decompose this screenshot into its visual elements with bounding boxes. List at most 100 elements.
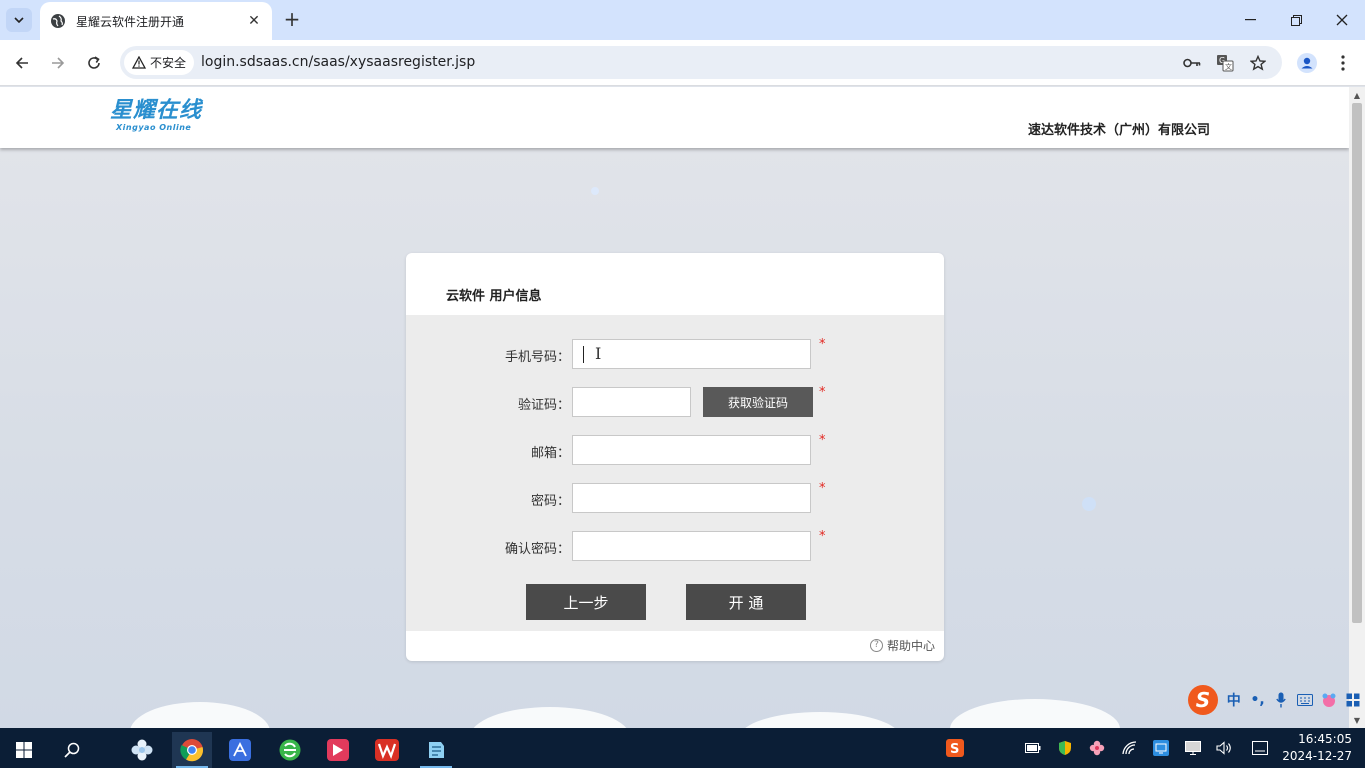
taskbar-app-browser[interactable] (270, 732, 310, 768)
translate-button[interactable]: G文 (1214, 52, 1236, 74)
get-code-button[interactable]: 获取验证码 (703, 387, 813, 417)
ime-punct-toggle[interactable]: •, (1246, 688, 1270, 712)
restore-button[interactable] (1273, 0, 1319, 40)
password-input[interactable] (572, 483, 811, 513)
confirm-password-row: 确认密码： * (406, 529, 944, 561)
logo-text: 星耀在线 (110, 98, 203, 123)
address-bar[interactable]: 不安全 login.sdsaas.cn/saas/xysaasregister.… (120, 46, 1282, 79)
form-body: 手机号码： I * 验证码： 获取验证码 * 邮箱： * 密码： * 确认密码：… (406, 315, 944, 631)
minimize-button[interactable] (1227, 0, 1273, 40)
scroll-up-icon[interactable]: ▲ (1349, 87, 1365, 103)
taskbar-app-wps[interactable] (367, 732, 407, 768)
globe-icon (51, 14, 65, 28)
star-icon (1250, 55, 1266, 71)
display-icon[interactable] (1182, 736, 1204, 760)
confirm-password-input[interactable] (572, 531, 811, 561)
site-logo[interactable]: 星耀在线 Xingyao Online (110, 98, 203, 133)
input-indicator-icon[interactable] (1249, 736, 1271, 760)
code-label: 验证码： (517, 398, 570, 413)
password-row: 密码： * (406, 481, 944, 513)
registration-card: 云软件 用户信息 手机号码： I * 验证码： 获取验证码 * 邮箱： * 密码… (406, 253, 944, 661)
code-row: 验证码： 获取验证码 * (406, 385, 944, 417)
wps-icon (375, 739, 399, 761)
back-arrow-icon (15, 57, 28, 69)
back-button[interactable] (8, 49, 36, 77)
taskbar-app-notes[interactable] (416, 732, 456, 768)
close-window-button[interactable] (1319, 0, 1365, 40)
security-label: 不安全 (150, 56, 187, 70)
activate-button[interactable]: 开 通 (686, 584, 806, 620)
site-info-chip[interactable]: 不安全 (124, 50, 195, 75)
windows-taskbar: S 16:45:05 2024-12-27 (0, 728, 1365, 768)
prev-step-button[interactable]: 上一步 (526, 584, 646, 620)
code-input[interactable] (572, 387, 691, 417)
page-scrollbar[interactable]: ▲ ▼ (1349, 87, 1365, 728)
cloud-decoration (740, 712, 900, 728)
logo-subtext: Xingyao Online (116, 123, 192, 132)
profile-button[interactable] (1295, 51, 1319, 75)
sogou-tray-icon[interactable]: S (944, 736, 966, 760)
browser-tab[interactable]: 星耀云软件注册开通 ✕ (40, 2, 272, 40)
taskbar-app-flower[interactable] (122, 732, 162, 768)
taskbar-app-chrome[interactable] (172, 732, 212, 768)
url-text[interactable]: login.sdsaas.cn/saas/xysaasregister.jsp (201, 54, 475, 70)
tab-strip: 星耀云软件注册开通 ✕ + (0, 0, 1365, 40)
keyboard-icon[interactable] (1293, 688, 1317, 712)
reload-icon (88, 56, 100, 69)
skin-icon[interactable] (1317, 688, 1341, 712)
taskbar-clock[interactable]: 16:45:05 2024-12-27 (1282, 731, 1352, 765)
taskbar-app-blue[interactable] (220, 732, 260, 768)
restore-icon (1290, 14, 1302, 26)
phone-input[interactable]: I (572, 339, 811, 369)
close-icon (1336, 14, 1348, 26)
close-tab-icon[interactable]: ✕ (246, 13, 262, 29)
required-mark: * (819, 385, 826, 400)
svg-text:文: 文 (1225, 62, 1232, 71)
phone-row: 手机号码： I * (406, 337, 944, 369)
taskbar-app-red[interactable] (318, 732, 358, 768)
browser-menu-button[interactable] (1331, 51, 1355, 75)
forward-button[interactable] (44, 49, 72, 77)
tab-search-button[interactable] (6, 8, 32, 32)
reload-button[interactable] (80, 49, 108, 77)
translate-icon: G文 (1217, 55, 1234, 72)
shield-icon[interactable] (1054, 736, 1076, 760)
email-label: 邮箱： (530, 446, 570, 461)
clock-date: 2024-12-27 (1282, 749, 1352, 763)
drawing-app-icon (229, 739, 251, 761)
form-title: 云软件 用户信息 (446, 289, 542, 304)
password-key-button[interactable] (1181, 52, 1203, 74)
company-name: 速达软件技术（广州）有限公司 (1027, 123, 1210, 138)
battery-icon[interactable] (1022, 736, 1044, 760)
sogou-ime-logo[interactable]: S (1188, 685, 1218, 715)
flower-tray-icon[interactable] (1086, 736, 1108, 760)
email-input[interactable] (572, 435, 811, 465)
ime-mode-toggle[interactable]: 中 (1222, 688, 1246, 712)
cloud-decoration (950, 699, 1120, 728)
text-caret (583, 346, 584, 363)
help-center-link[interactable]: ? 帮助中心 (869, 637, 935, 654)
help-icon: ? (869, 639, 883, 652)
forward-arrow-icon (52, 57, 65, 69)
scroll-thumb[interactable] (1352, 103, 1362, 623)
start-button[interactable] (4, 732, 44, 768)
search-button[interactable] (52, 732, 92, 768)
chrome-icon (180, 739, 204, 762)
flag-app-icon (327, 739, 349, 761)
microphone-icon[interactable] (1270, 688, 1294, 712)
volume-icon[interactable] (1213, 736, 1235, 760)
wifi-icon[interactable] (1118, 736, 1140, 760)
network-app-icon[interactable] (1150, 736, 1172, 760)
search-icon (64, 742, 80, 758)
toolbox-icon[interactable] (1341, 688, 1365, 712)
text-cursor-icon: I (595, 344, 602, 363)
new-tab-button[interactable]: + (280, 8, 304, 32)
edge-legacy-icon (279, 739, 301, 761)
chevron-down-icon (14, 17, 24, 23)
ime-toolbar: S 中 •, (1186, 684, 1365, 716)
more-vertical-icon (1341, 55, 1345, 71)
bookmark-star-button[interactable] (1247, 52, 1269, 74)
profile-avatar-icon (1297, 53, 1317, 73)
page-viewport: 星耀在线 Xingyao Online 速达软件技术（广州）有限公司 云软件 用… (0, 87, 1349, 728)
phone-label: 手机号码： (504, 350, 570, 365)
